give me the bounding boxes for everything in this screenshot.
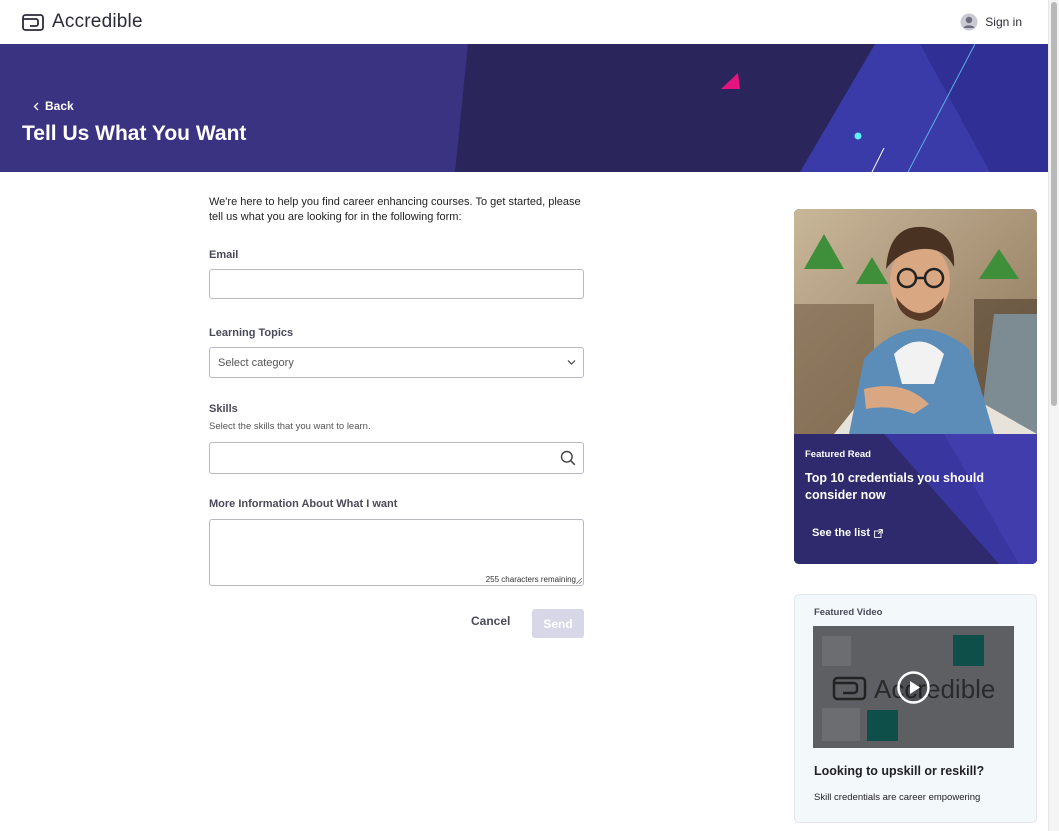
back-label: Back: [45, 99, 74, 113]
scrollbar-thumb[interactable]: [1051, 2, 1057, 406]
featured-video-title: Looking to upskill or reskill?: [814, 764, 985, 778]
more-info-textarea[interactable]: 255 characters remaining: [209, 519, 584, 586]
user-avatar-icon: [960, 13, 978, 31]
featured-video-thumbnail[interactable]: Accredible: [813, 626, 1014, 748]
page-scrollbar[interactable]: [1048, 0, 1059, 831]
featured-read-body: Featured Read Top 10 credentials you sho…: [794, 434, 1037, 564]
chevron-down-icon: [567, 360, 576, 365]
featured-read-kicker: Featured Read: [805, 449, 871, 460]
skills-hint: Select the skills that you want to learn…: [209, 421, 371, 432]
video-thumbnail-brand: Accredible: [874, 674, 996, 704]
featured-video-kicker: Featured Video: [814, 607, 883, 618]
learning-topics-label: Learning Topics: [209, 327, 294, 339]
character-counter: 255 characters remaining: [485, 575, 576, 584]
more-info-label: More Information About What I want: [209, 498, 398, 510]
hero-background-pattern: [0, 44, 1048, 172]
back-link[interactable]: Back: [33, 99, 74, 113]
brand-logo[interactable]: Accredible: [22, 11, 143, 33]
featured-read-title: Top 10 credentials you should consider n…: [805, 471, 984, 502]
featured-read-card[interactable]: Featured Read Top 10 credentials you sho…: [794, 209, 1037, 564]
request-form: We're here to help you find career enhan…: [209, 195, 584, 638]
featured-read-photo: [794, 209, 1037, 434]
skills-label: Skills: [209, 403, 238, 415]
brand-name: Accredible: [52, 11, 143, 32]
external-link-icon: [874, 528, 883, 538]
learning-topics-selected: Select category: [218, 357, 294, 369]
chevron-left-icon: [33, 102, 39, 110]
hero-banner: Back Tell Us What You Want: [0, 44, 1048, 172]
form-intro: We're here to help you find career enhan…: [209, 196, 581, 223]
resize-handle-icon[interactable]: [576, 578, 582, 584]
accredible-logo-icon: [22, 13, 44, 31]
send-button[interactable]: Send: [532, 609, 584, 638]
email-field[interactable]: [209, 269, 584, 299]
cancel-button[interactable]: Cancel: [471, 614, 510, 628]
sign-in-label: Sign in: [985, 15, 1022, 29]
page-title: Tell Us What You Want: [22, 122, 247, 145]
learning-topics-select[interactable]: Select category: [209, 347, 584, 378]
see-the-list-label: See the list: [812, 527, 871, 539]
skills-search-input[interactable]: [209, 442, 584, 474]
featured-video-card: Featured Video Accredible Looking to ups…: [794, 594, 1037, 823]
search-icon[interactable]: [560, 450, 576, 466]
see-the-list-link[interactable]: See the list: [812, 527, 883, 539]
email-label: Email: [209, 249, 239, 261]
sign-in-button[interactable]: Sign in: [960, 13, 1022, 31]
featured-video-description: Skill credentials are career empowering: [814, 792, 981, 803]
play-icon[interactable]: [897, 671, 930, 704]
top-nav: Accredible Sign in: [0, 0, 1048, 44]
